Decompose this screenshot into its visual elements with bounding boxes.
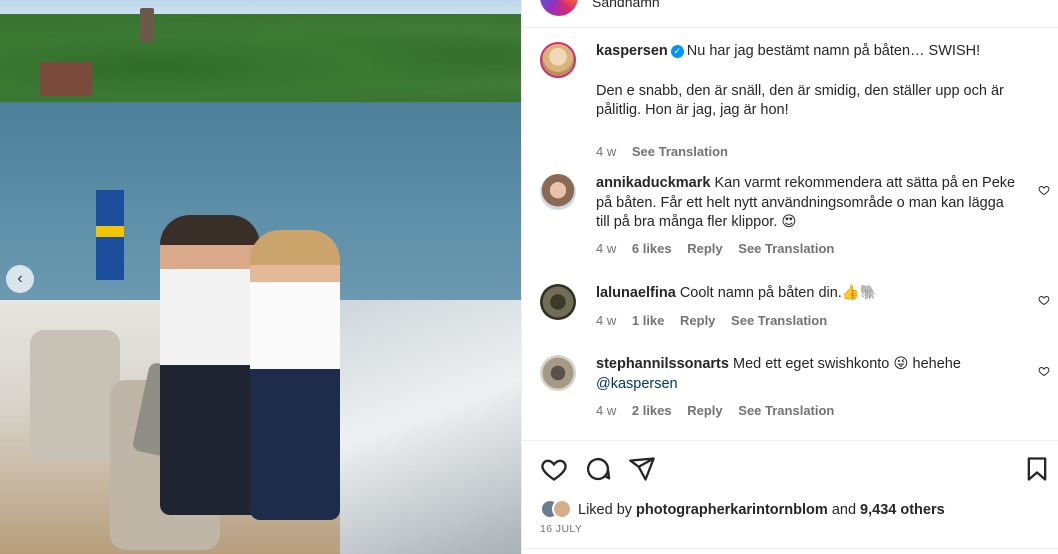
comment-likes[interactable]: 1 like: [632, 313, 665, 328]
comment-time[interactable]: 4 w: [596, 403, 616, 418]
avatar[interactable]: [540, 0, 578, 16]
comment-body: Med ett eget swishkonto 😜 hehehe: [732, 356, 961, 372]
comment-body: Coolt namn på båten din.👍🐘: [679, 285, 878, 301]
caption-text: kaspersen ✓ Nu har jag bestämt namn på båt…: [596, 42, 1016, 121]
caption-line2: Den e snabb, den är snäll, den är smidig…: [596, 82, 1004, 119]
photo-boat-right: [340, 300, 521, 554]
comment-text: stephannilssonarts Med ett eget swishkon…: [596, 355, 1016, 394]
caption-time[interactable]: 4 w: [596, 144, 616, 159]
reply-button[interactable]: Reply: [687, 241, 722, 256]
verified-icon: ✓: [670, 45, 684, 58]
photo-person: [160, 215, 260, 515]
comment-username[interactable]: stephannilssonarts: [596, 356, 729, 372]
photo-flag: [96, 190, 124, 280]
avatar: [552, 499, 572, 519]
photo-tower: [140, 8, 154, 42]
avatar[interactable]: [540, 42, 576, 78]
post-actions: Liked by photographerkarintornblom and 9…: [522, 440, 1058, 554]
caption-meta: 4 w See Translation: [596, 144, 740, 159]
divider: [522, 548, 1058, 549]
reply-button[interactable]: Reply: [680, 313, 715, 328]
comment-item: lalunaelfina Coolt namn på båten din.👍🐘 …: [540, 284, 1050, 340]
photo-house: [40, 62, 92, 96]
comment-username[interactable]: annikaduckmark: [596, 175, 710, 191]
comment-time[interactable]: 4 w: [596, 313, 616, 328]
post-location[interactable]: Sandhamn: [592, 0, 660, 10]
liked-by-user[interactable]: photographerkarintornblom: [636, 502, 828, 518]
like-icon[interactable]: [540, 455, 568, 483]
likes-summary[interactable]: Liked by photographerkarintornblom and 9…: [540, 499, 945, 519]
see-translation-button[interactable]: See Translation: [738, 403, 834, 418]
reply-button[interactable]: Reply: [687, 403, 722, 418]
comment-mention[interactable]: @kaspersen: [596, 376, 678, 392]
comment-meta: 4 w 1 like Reply See Translation: [596, 313, 839, 328]
comment-item: annikaduckmark Kan varmt rekommendera at…: [540, 174, 1050, 264]
comment-likes[interactable]: 2 likes: [632, 403, 672, 418]
photo-person: [250, 230, 340, 520]
see-translation-button[interactable]: See Translation: [738, 241, 834, 256]
liked-by-others[interactable]: 9,434 others: [860, 502, 945, 518]
heart-small-icon[interactable]: [1038, 365, 1050, 377]
comment-text: annikaduckmark Kan varmt rekommendera at…: [596, 174, 1016, 233]
caption-username[interactable]: kaspersen: [596, 43, 668, 59]
avatar[interactable]: [540, 174, 576, 210]
comment-username[interactable]: lalunaelfina: [596, 285, 676, 301]
caption-line1: Nu har jag bestämt namn på båten… SWISH!: [686, 43, 981, 59]
avatar[interactable]: [540, 284, 576, 320]
comment-item: stephannilssonarts Med ett eget swishkon…: [540, 355, 1050, 435]
comment-meta: 4 w 2 likes Reply See Translation: [596, 403, 846, 418]
post-details-panel: Sandhamn kaspersen ✓ Nu har jag bestämt na…: [521, 0, 1058, 554]
see-translation-button[interactable]: See Translation: [731, 313, 827, 328]
photo-seat: [30, 330, 120, 460]
comments-list: kaspersen ✓ Nu har jag bestämt namn på båt…: [522, 28, 1058, 440]
share-icon[interactable]: [628, 455, 656, 483]
chevron-left-icon[interactable]: ‹: [6, 265, 34, 293]
comment-icon[interactable]: [584, 455, 612, 483]
liked-by-prefix: Liked by: [578, 502, 633, 518]
save-icon[interactable]: [1023, 455, 1051, 483]
heart-small-icon[interactable]: [1038, 184, 1050, 196]
heart-small-icon[interactable]: [1038, 294, 1050, 306]
comment-time[interactable]: 4 w: [596, 241, 616, 256]
post-photo[interactable]: ‹: [0, 0, 521, 554]
see-translation-button[interactable]: See Translation: [632, 144, 728, 159]
caption-entry: kaspersen ✓ Nu har jag bestämt namn på båt…: [540, 42, 1050, 172]
avatar[interactable]: [540, 355, 576, 391]
post-date[interactable]: 16 JULY: [540, 523, 582, 535]
comment-text: lalunaelfina Coolt namn på båten din.👍🐘: [596, 284, 1016, 304]
comment-likes[interactable]: 6 likes: [632, 241, 672, 256]
liked-by-and: and: [831, 502, 857, 518]
post-header: Sandhamn: [522, 0, 1058, 28]
comment-meta: 4 w 6 likes Reply See Translation: [596, 241, 846, 256]
